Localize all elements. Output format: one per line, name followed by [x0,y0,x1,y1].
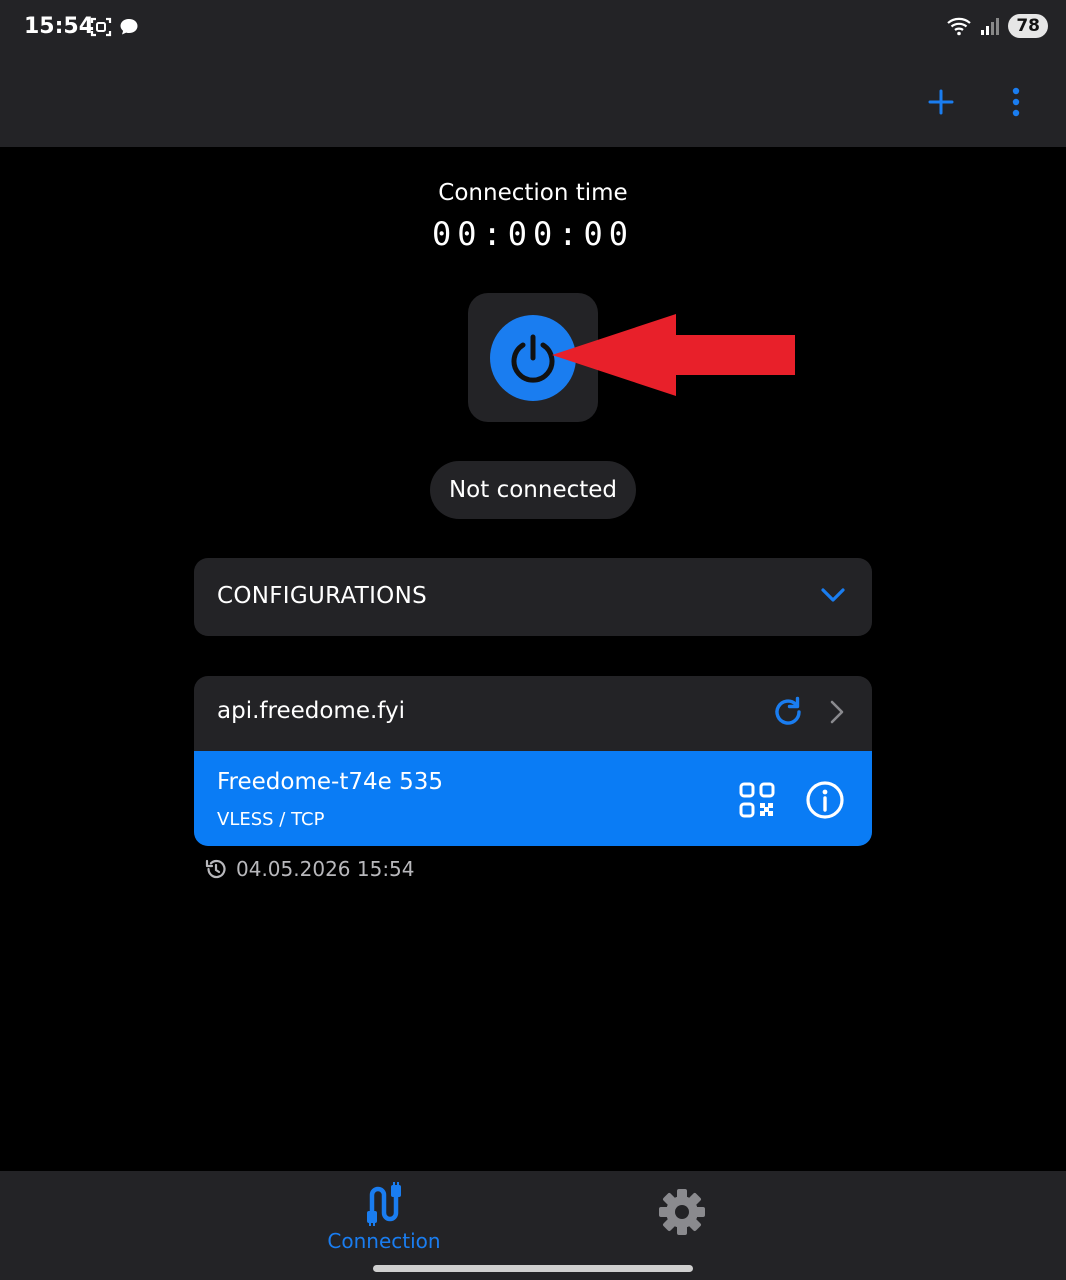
nav-settings[interactable] [640,1187,724,1237]
more-vert-icon [1012,87,1020,117]
app-bar [0,58,1066,147]
add-icon [928,89,954,115]
battery-indicator: 78 [1008,14,1048,38]
history-icon [205,859,226,879]
nav-connection[interactable]: Connection [320,1181,448,1253]
configurations-label: CONFIGURATIONS [217,583,427,609]
configurations-dropdown[interactable]: CONFIGURATIONS [194,558,872,636]
main-content: Connection time 00:00:00 Not connected C… [0,147,1066,1171]
more-options-button[interactable] [994,80,1038,124]
last-update-row: 04.05.2026 15:54 [204,857,415,881]
gesture-area [0,1257,1066,1280]
server-protocol: VLESS / TCP [217,809,325,830]
subscription-card: api.freedome.fyi Freedome-t74e 535 VLESS… [194,676,872,846]
bottom-navigation: Connection [0,1171,1066,1257]
status-time: 15:54 [24,14,95,39]
gesture-handle[interactable] [373,1265,693,1272]
cable-icon [367,1182,401,1226]
screenshot-icon [90,17,112,37]
server-name: Freedome-t74e 535 [217,769,443,795]
server-item[interactable]: Freedome-t74e 535 VLESS / TCP [194,751,872,846]
add-button[interactable] [919,80,963,124]
nav-connection-label: Connection [327,1229,441,1253]
status-right: 78 [946,14,1048,38]
chat-bubble-icon [120,19,138,35]
refresh-icon[interactable] [770,694,806,730]
connection-status-pill: Not connected [430,461,636,519]
signal-icon [981,18,1000,35]
connection-time-label: Connection time [438,180,628,206]
subscription-header[interactable]: api.freedome.fyi [194,676,872,751]
qr-code-icon[interactable] [738,781,776,819]
info-icon[interactable] [804,779,846,821]
last-update-timestamp: 04.05.2026 15:54 [236,857,415,881]
subscription-host: api.freedome.fyi [217,698,405,724]
gear-icon [659,1189,705,1235]
chevron-down-icon [821,588,845,602]
connection-timer: 00:00:00 [431,215,635,253]
red-arrow-annotation [552,314,795,396]
status-bar: 15:54 78 [0,0,1066,58]
chevron-right-icon[interactable] [824,696,850,728]
wifi-icon [947,17,972,36]
status-icons-left [90,16,140,38]
